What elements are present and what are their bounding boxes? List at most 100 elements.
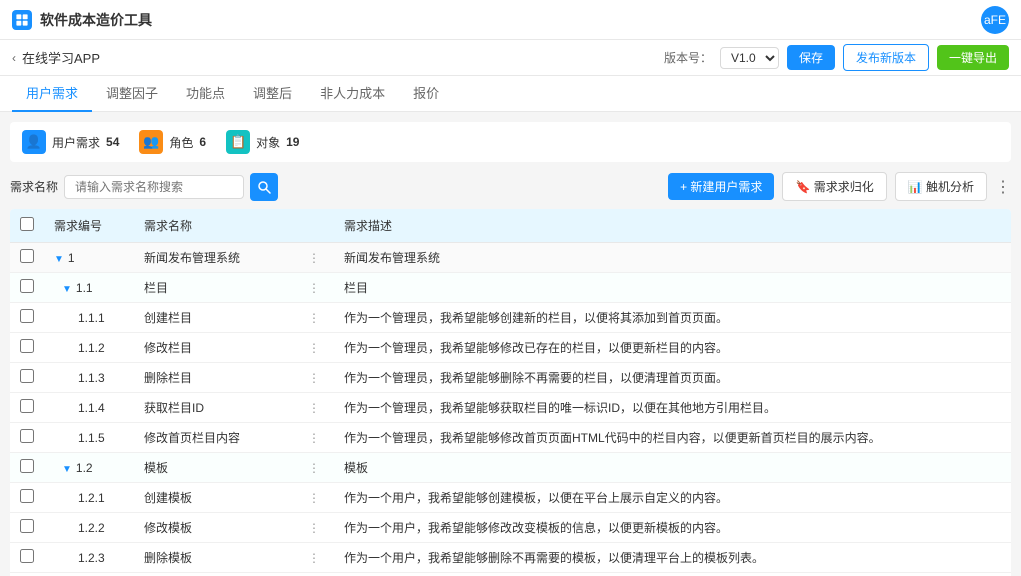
row-id: 1.2.1 (44, 483, 134, 513)
req-normalize-button[interactable]: 🔖 需求求归化 (782, 172, 886, 201)
publish-button[interactable]: 发布新版本 (843, 44, 929, 71)
version-select[interactable]: V1.0 (720, 47, 779, 69)
toolbar: 需求名称 + 新建用户需求 🔖 需求求归化 📊 触机分析 ⋮ (10, 172, 1011, 201)
project-name: 在线学习APP (22, 48, 100, 67)
row-id: ▼1.2 (44, 453, 134, 483)
row-checkbox[interactable] (20, 309, 34, 323)
breadcrumb-area: ‹ 在线学习APP (12, 48, 100, 67)
requirements-table: 需求编号 需求名称 需求描述 ▼1 新闻发布管理系统 ⋮ 新闻发布管理系统 (10, 209, 1011, 576)
row-id: 1.1.1 (44, 303, 134, 333)
row-checkbox[interactable] (20, 459, 34, 473)
row-desc: 新闻发布管理系统 (334, 243, 1011, 273)
tab-adjusted[interactable]: 调整后 (239, 75, 306, 112)
col-more-header (294, 209, 334, 243)
select-all-checkbox[interactable] (20, 217, 34, 231)
row-id: 1.1.4 (44, 393, 134, 423)
more-options-icon[interactable]: ⋮ (995, 177, 1011, 197)
row-name: 修改首页栏目内容 (134, 423, 294, 453)
row-desc: 作为一个用户，我希望能够对模板进行实时预览，以便及时展示模板的内容。 (334, 573, 1011, 576)
row-name: 删除栏目 (134, 363, 294, 393)
search-input[interactable] (64, 175, 244, 199)
save-button[interactable]: 保存 (787, 45, 835, 70)
table-row: 1.2.1 创建模板 ⋮ 作为一个用户，我希望能够创建模板，以便在平台上展示自定… (10, 483, 1011, 513)
row-name: 栏目 (134, 273, 294, 303)
row-desc: 作为一个用户，我希望能够创建模板，以便在平台上展示自定义的内容。 (334, 483, 1011, 513)
row-more-btn[interactable]: ⋮ (304, 281, 324, 295)
row-more-btn[interactable]: ⋮ (304, 251, 324, 265)
row-id: 1.1.3 (44, 363, 134, 393)
expand-icon[interactable]: ▼ (62, 284, 72, 295)
row-desc: 作为一个用户，我希望能够删除不再需要的模板，以便清理平台上的模板列表。 (334, 543, 1011, 573)
role-icon: 👥 (139, 130, 163, 154)
row-more-btn[interactable]: ⋮ (304, 461, 324, 475)
row-id: 1.2.2 (44, 513, 134, 543)
app-logo (12, 10, 32, 30)
row-checkbox[interactable] (20, 339, 34, 353)
table-row: 1.1.3 删除栏目 ⋮ 作为一个管理员，我希望能够删除不再需要的栏目，以便清理… (10, 363, 1011, 393)
row-id: ▼1.1 (44, 273, 134, 303)
row-name: 创建栏目 (134, 303, 294, 333)
row-name: 模板实时预览 (134, 573, 294, 576)
object-count: 19 (286, 135, 299, 149)
row-more-btn[interactable]: ⋮ (304, 551, 324, 565)
row-desc: 模板 (334, 453, 1011, 483)
row-more-btn[interactable]: ⋮ (304, 401, 324, 415)
table-row: 1.2.3 删除模板 ⋮ 作为一个用户，我希望能够删除不再需要的模板，以便清理平… (10, 543, 1011, 573)
tab-adjustment-factors[interactable]: 调整因子 (92, 75, 172, 112)
row-more-btn[interactable]: ⋮ (304, 491, 324, 505)
add-requirement-button[interactable]: + 新建用户需求 (668, 173, 774, 200)
row-more-btn[interactable]: ⋮ (304, 341, 324, 355)
row-desc: 栏目 (334, 273, 1011, 303)
expand-icon[interactable]: ▼ (62, 464, 72, 475)
table-row: 1.1.2 修改栏目 ⋮ 作为一个管理员，我希望能够修改已存在的栏目，以便更新栏… (10, 333, 1011, 363)
row-name: 模板 (134, 453, 294, 483)
row-name: 新闻发布管理系统 (134, 243, 294, 273)
expand-icon[interactable]: ▼ (54, 254, 64, 265)
table-row: ▼1 新闻发布管理系统 ⋮ 新闻发布管理系统 (10, 243, 1011, 273)
row-checkbox[interactable] (20, 399, 34, 413)
table-row: ▼1.2 模板 ⋮ 模板 (10, 453, 1011, 483)
version-label: 版本号： (664, 49, 712, 66)
nav-tabs: 用户需求 调整因子 功能点 调整后 非人力成本 报价 (0, 76, 1021, 112)
toolbar-right: + 新建用户需求 🔖 需求求归化 📊 触机分析 ⋮ (668, 172, 1011, 201)
user-req-count: 54 (106, 135, 119, 149)
tab-function-points[interactable]: 功能点 (172, 75, 239, 112)
search-box: 需求名称 (10, 173, 278, 201)
user-avatar[interactable]: aFE (981, 6, 1009, 34)
row-checkbox[interactable] (20, 429, 34, 443)
title-bar: 软件成本造价工具 aFE (0, 0, 1021, 40)
row-checkbox[interactable] (20, 489, 34, 503)
role-label: 角色 (169, 134, 193, 151)
row-id: ▼1 (44, 243, 134, 273)
table-body: ▼1 新闻发布管理系统 ⋮ 新闻发布管理系统 ▼1.1 栏目 ⋮ 栏目 1.1.… (10, 243, 1011, 576)
row-more-btn[interactable]: ⋮ (304, 371, 324, 385)
main-content: 👤 用户需求 54 👥 角色 6 📋 对象 19 需求名称 (0, 112, 1021, 576)
table-header: 需求编号 需求名称 需求描述 (10, 209, 1011, 243)
stat-roles: 👥 角色 6 (139, 130, 206, 154)
row-checkbox[interactable] (20, 369, 34, 383)
row-desc: 作为一个管理员，我希望能够创建新的栏目，以便将其添加到首页页面。 (334, 303, 1011, 333)
row-checkbox[interactable] (20, 249, 34, 263)
role-count: 6 (199, 135, 206, 149)
search-button[interactable] (250, 173, 278, 201)
stats-row: 👤 用户需求 54 👥 角色 6 📋 对象 19 (10, 122, 1011, 162)
row-more-btn[interactable]: ⋮ (304, 431, 324, 445)
tab-quote[interactable]: 报价 (399, 75, 453, 112)
tab-user-requirements[interactable]: 用户需求 (12, 75, 92, 112)
row-checkbox[interactable] (20, 279, 34, 293)
row-desc: 作为一个管理员，我希望能够修改首页页面HTML代码中的栏目内容，以便更新首页栏目… (334, 423, 1011, 453)
row-id: 1.2.3 (44, 543, 134, 573)
row-checkbox[interactable] (20, 519, 34, 533)
row-id: 1.1.5 (44, 423, 134, 453)
tab-non-labor[interactable]: 非人力成本 (306, 75, 399, 112)
row-desc: 作为一个管理员，我希望能够修改已存在的栏目，以便更新栏目的内容。 (334, 333, 1011, 363)
row-more-btn[interactable]: ⋮ (304, 311, 324, 325)
sub-header: ‹ 在线学习APP 版本号： V1.0 保存 发布新版本 一键导出 (0, 40, 1021, 76)
export-button[interactable]: 一键导出 (937, 45, 1009, 70)
row-checkbox[interactable] (20, 549, 34, 563)
analysis-button[interactable]: 📊 触机分析 (895, 172, 987, 201)
col-desc-header: 需求描述 (334, 209, 1011, 243)
back-button[interactable]: ‹ (12, 51, 16, 65)
col-name-header: 需求名称 (134, 209, 294, 243)
row-more-btn[interactable]: ⋮ (304, 521, 324, 535)
